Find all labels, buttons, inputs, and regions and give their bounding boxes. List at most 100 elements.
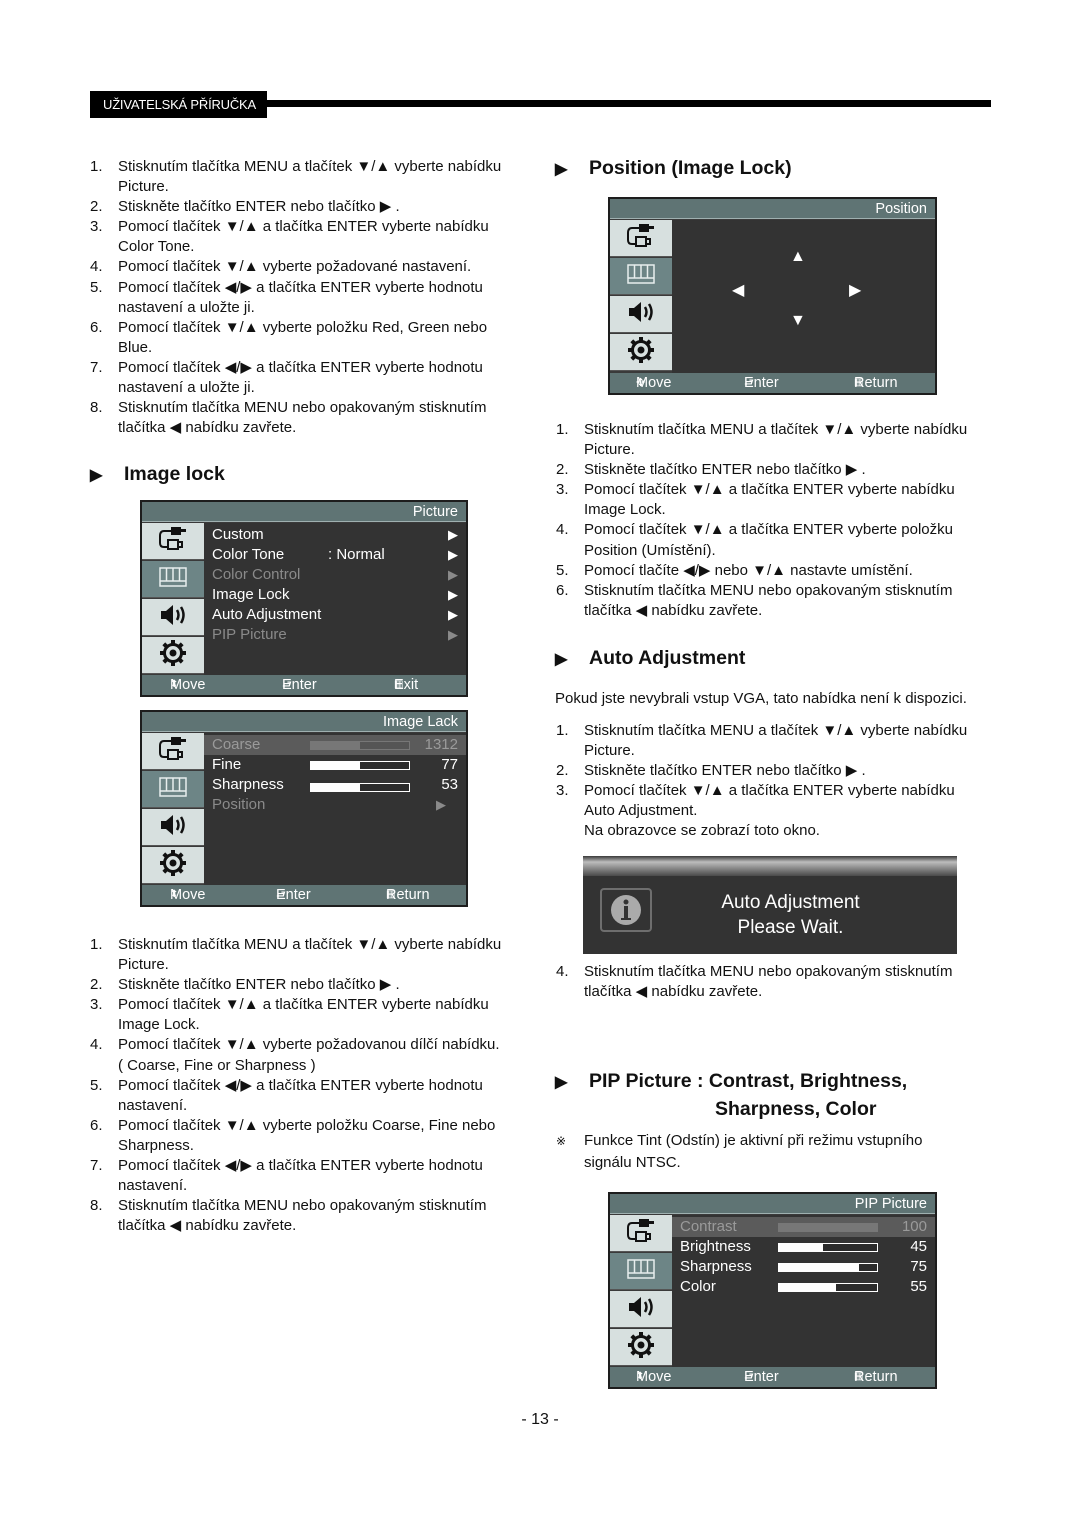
osd-image-lock-menu: Image Lack Coarse 1312 Fine 77 Sharpness 53 Po… <box>140 710 468 907</box>
step-text: Stiskněte tlačítko ENTER nebo tlačítko ▶… <box>584 461 866 479</box>
sidebar-tile-picture[interactable] <box>610 258 672 295</box>
section-title-auto-adjustment: ▶ Auto Adjustment <box>555 647 746 669</box>
dialog-message: Auto Adjustment Please Wait. <box>721 892 860 938</box>
step-text: Pomocí tlačítek ▼/▲ a tlačítka ENTER vyb… <box>584 481 955 499</box>
step-item: 3. Pomocí tlačítek ▼/▲ a tlačítka ENTER v… <box>90 995 535 1035</box>
step-number: 3. <box>90 218 103 236</box>
osd-title: Image Lack <box>142 712 466 732</box>
step-text: Stisknutím tlačítka MENU a tlačítek ▼/▲ … <box>584 421 968 438</box>
step-number: 6. <box>90 1116 103 1134</box>
bullet-triangle-icon: ▶ <box>90 467 103 484</box>
step-text: tlačítka ◀ nabídku zavřete. <box>584 601 763 619</box>
menu-item[interactable]: Color 55 <box>672 1277 935 1297</box>
sidebar-tile-sound[interactable] <box>142 809 204 846</box>
sidebar-tile-sound[interactable] <box>142 599 204 636</box>
menu-item[interactable]: Brightness 45 <box>672 1237 935 1257</box>
menu-item-label: Custom <box>212 526 264 543</box>
step-number: 1. <box>556 722 569 739</box>
submenu-arrow-icon: ▶ <box>448 587 458 602</box>
step-text: Picture. <box>118 956 169 974</box>
osd-title: Position <box>610 199 935 219</box>
arrow-right-icon[interactable]: ▶ <box>849 280 861 300</box>
step-text: Pomocí tlačítek ▼/▲ a tlačítka ENTER vyb… <box>584 782 955 800</box>
step-number: 1. <box>90 936 103 953</box>
value-slider[interactable] <box>778 1283 878 1292</box>
menu-item[interactable]: Custom ▶ <box>204 525 466 545</box>
steps-color-tone: 1. Stisknutím tlačítka MENU a tlačítek ▼/… <box>90 157 535 438</box>
step-text: Image Lock. <box>584 501 666 519</box>
menu-item[interactable]: Position ▶ <box>204 795 466 815</box>
osd-content: ▲ ◀ ▶ ▼ <box>672 220 935 373</box>
step-text: Pomocí tlačítek ◀/▶ a tlačítka ENTER vyb… <box>118 1076 483 1094</box>
step-text: Blue. <box>118 338 153 356</box>
osd-footer: ⬍ Move ⮐ Enter ▥ Exit <box>142 675 466 695</box>
info-icon <box>600 888 652 932</box>
step-text: Pomocí tlačítek ▼/▲ vyberte položku Coar… <box>118 1116 496 1134</box>
sidebar-tile-picture[interactable] <box>142 561 204 598</box>
setup-gear-icon <box>159 849 187 882</box>
sidebar-tile-setup-gear[interactable] <box>142 847 204 884</box>
value-slider[interactable] <box>310 783 410 792</box>
osd-footer: ✥ Move ⮐ Enter ▥ Return <box>610 373 935 393</box>
sidebar-tile-picture[interactable] <box>610 1253 672 1290</box>
step-text: tlačítka ◀ nabídku zavřete. <box>118 419 297 437</box>
step-text: Pomocí tlačítek ▼/▲ a tlačítka ENTER vyb… <box>584 521 953 539</box>
menu-item[interactable]: Contrast 100 <box>672 1217 935 1237</box>
sidebar-tile-setup-gear[interactable] <box>142 637 204 674</box>
value-slider[interactable] <box>310 761 410 770</box>
sidebar-tile-input[interactable] <box>142 523 204 560</box>
menu-item[interactable]: Auto Adjustment ▶ <box>204 605 466 625</box>
step-text: Pomocí tlačítek ▼/▲ vyberte požadované n… <box>118 258 472 276</box>
step-text: Stisknutím tlačítka MENU nebo opakovaným… <box>584 581 953 599</box>
menu-item[interactable]: Color Control ▶ <box>204 565 466 585</box>
sidebar-tile-sound[interactable] <box>610 296 672 333</box>
menu-item-value: 55 <box>910 1278 927 1295</box>
step-item: 7. Pomocí tlačítek ◀/▶ a tlačítka ENTER v… <box>90 1156 535 1196</box>
menu-item[interactable]: Sharpness 75 <box>672 1257 935 1277</box>
menu-item-label: Brightness <box>680 1238 751 1255</box>
step-number: 7. <box>90 1157 103 1175</box>
arrow-up-icon[interactable]: ▲ <box>790 248 806 266</box>
menu-item[interactable]: Image Lock ▶ <box>204 585 466 605</box>
submenu-arrow-icon: ▶ <box>448 547 458 562</box>
step-item: 4. Pomocí tlačítek ▼/▲ vyberte požadované… <box>90 257 535 277</box>
menu-item[interactable]: Color Tone: Normal ▶ <box>204 545 466 565</box>
menu-item[interactable]: Sharpness 53 <box>204 775 466 795</box>
step-text: Picture. <box>584 742 635 760</box>
osd-footer: ⬍ Move ⮐ Enter ▥ Return <box>610 1367 935 1387</box>
step-item: 2. Stiskněte tlačítko ENTER nebo tlačítko… <box>556 761 1001 781</box>
step-item: 1. Stisknutím tlačítka MENU a tlačítek ▼/… <box>556 420 1001 460</box>
menu-item[interactable]: Coarse 1312 <box>204 735 466 755</box>
sidebar-tile-setup-gear[interactable] <box>610 334 672 371</box>
step-text: Pomocí tlačítek ◀/▶ a tlačítka ENTER vyb… <box>118 278 483 296</box>
menu-item-label: Contrast <box>680 1218 737 1235</box>
value-slider[interactable] <box>778 1243 878 1252</box>
sidebar-tile-input[interactable] <box>610 220 672 257</box>
step-number: 3. <box>556 481 569 499</box>
menu-item[interactable]: PIP Picture ▶ <box>204 625 466 645</box>
steps-image-lock: 1. Stisknutím tlačítka MENU a tlačítek ▼/… <box>90 935 535 1236</box>
setup-gear-icon <box>627 1331 655 1364</box>
step-text: Color Tone. <box>118 238 195 256</box>
menu-item[interactable]: Fine 77 <box>204 755 466 775</box>
sidebar-tile-sound[interactable] <box>610 1291 672 1328</box>
value-slider[interactable] <box>778 1223 878 1232</box>
step-number: 3. <box>556 782 569 800</box>
menu-item-value: : Normal <box>328 546 385 563</box>
sidebar-tile-input[interactable] <box>142 733 204 770</box>
section-title-image-lock: ▶ Image lock <box>90 463 225 485</box>
sidebar-tile-input[interactable] <box>610 1215 672 1252</box>
step-number: 4. <box>90 1036 103 1054</box>
sidebar-tile-setup-gear[interactable] <box>610 1329 672 1366</box>
arrow-left-icon[interactable]: ◀ <box>732 280 744 300</box>
step-text: Pomocí tlačítek ▼/▲ vyberte požadovanou … <box>118 1036 500 1054</box>
step-item: 4. Pomocí tlačítek ▼/▲ vyberte požadovano… <box>90 1035 535 1075</box>
step-text: Stisknutím tlačítka MENU a tlačítek ▼/▲ … <box>584 722 968 739</box>
sidebar-tile-picture[interactable] <box>142 771 204 808</box>
step-number: 3. <box>90 996 103 1014</box>
step-text: nastavení a uložte ji. <box>118 379 255 397</box>
value-slider[interactable] <box>778 1263 878 1272</box>
arrow-down-icon[interactable]: ▼ <box>790 312 806 330</box>
step-text: Pomocí tlačítek ▼/▲ vyberte položku Red,… <box>118 318 488 336</box>
value-slider[interactable] <box>310 741 410 750</box>
